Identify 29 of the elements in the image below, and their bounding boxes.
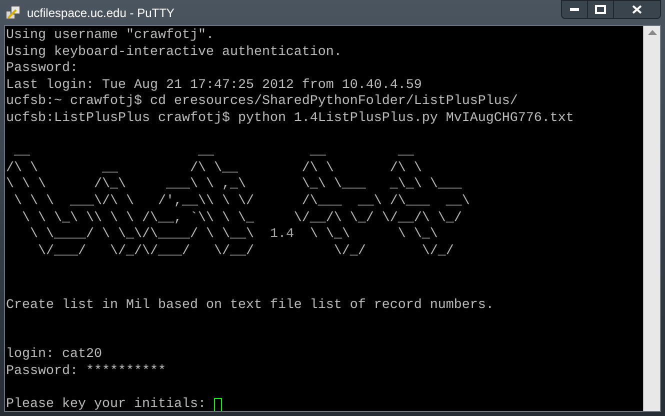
version-label: 1.4 xyxy=(270,227,294,242)
maximize-icon xyxy=(595,5,606,14)
terminal-line: Create list in Mil based on text file list of record numbers. xyxy=(6,298,494,312)
ascii-art-line: \ \ \_\ \\ \ \ /\__, `\\ \ \_ \/__/\ \_/ \/__/\ \_/ xyxy=(20,210,462,226)
close-icon xyxy=(632,5,642,14)
terminal-line: Password: ********** xyxy=(6,364,166,379)
ascii-art-line: \ \____/ \ \_\/\____/ \ \__\ xyxy=(28,227,254,242)
terminal-line: Using username "crawfotj". xyxy=(6,28,214,43)
terminal-line: Please key your initials: xyxy=(6,397,207,411)
window-title: ucfilespace.uc.edu - PuTTY xyxy=(27,4,174,22)
ascii-art-line: /\ \ __ /\ \__ /\ \ /\ \ xyxy=(6,160,422,176)
terminal-line: Last login: Tue Aug 21 17:47:25 2012 from 10.40.4.59 xyxy=(6,78,422,93)
ascii-art-line: \/___/ \/_/\/___/ \/__/ \/_/ \/_/ xyxy=(36,244,454,259)
terminal-line: ucfsb:ListPlusPlus crawfotj$ python 1.4ListPlusPlus.py MvIAugCHG776.txt xyxy=(6,110,574,126)
ascii-art-line: \ \ \ ___\/\ \ /',__\\ \ \/ /\___ __\ /\___ __\ xyxy=(12,194,470,209)
terminal-line: Password: xyxy=(6,61,78,76)
ascii-art-line: \ \ \ /\_\ ___\ \ ,_\ \_\ \___ _\_\ \___ xyxy=(6,177,462,192)
scrollbar[interactable] xyxy=(643,26,660,411)
ascii-art-line: __ __ __ __ xyxy=(12,144,414,160)
ascii-art-line: \ \_\ \ \_\ xyxy=(308,227,438,242)
text-cursor xyxy=(214,398,222,411)
terminal-line: Using keyboard-interactive authentication. xyxy=(6,44,342,60)
minimize-button[interactable] xyxy=(561,0,588,19)
minimize-icon xyxy=(570,8,579,11)
close-button[interactable] xyxy=(614,0,661,19)
maximize-button[interactable] xyxy=(588,0,614,19)
terminal-line: login: cat20 xyxy=(6,347,102,362)
terminal-line: ucfsb:~ crawfotj$ cd eresources/SharedPythonFolder/ListPlusPlus/ xyxy=(6,94,518,110)
scroll-up-icon[interactable] xyxy=(648,30,656,35)
